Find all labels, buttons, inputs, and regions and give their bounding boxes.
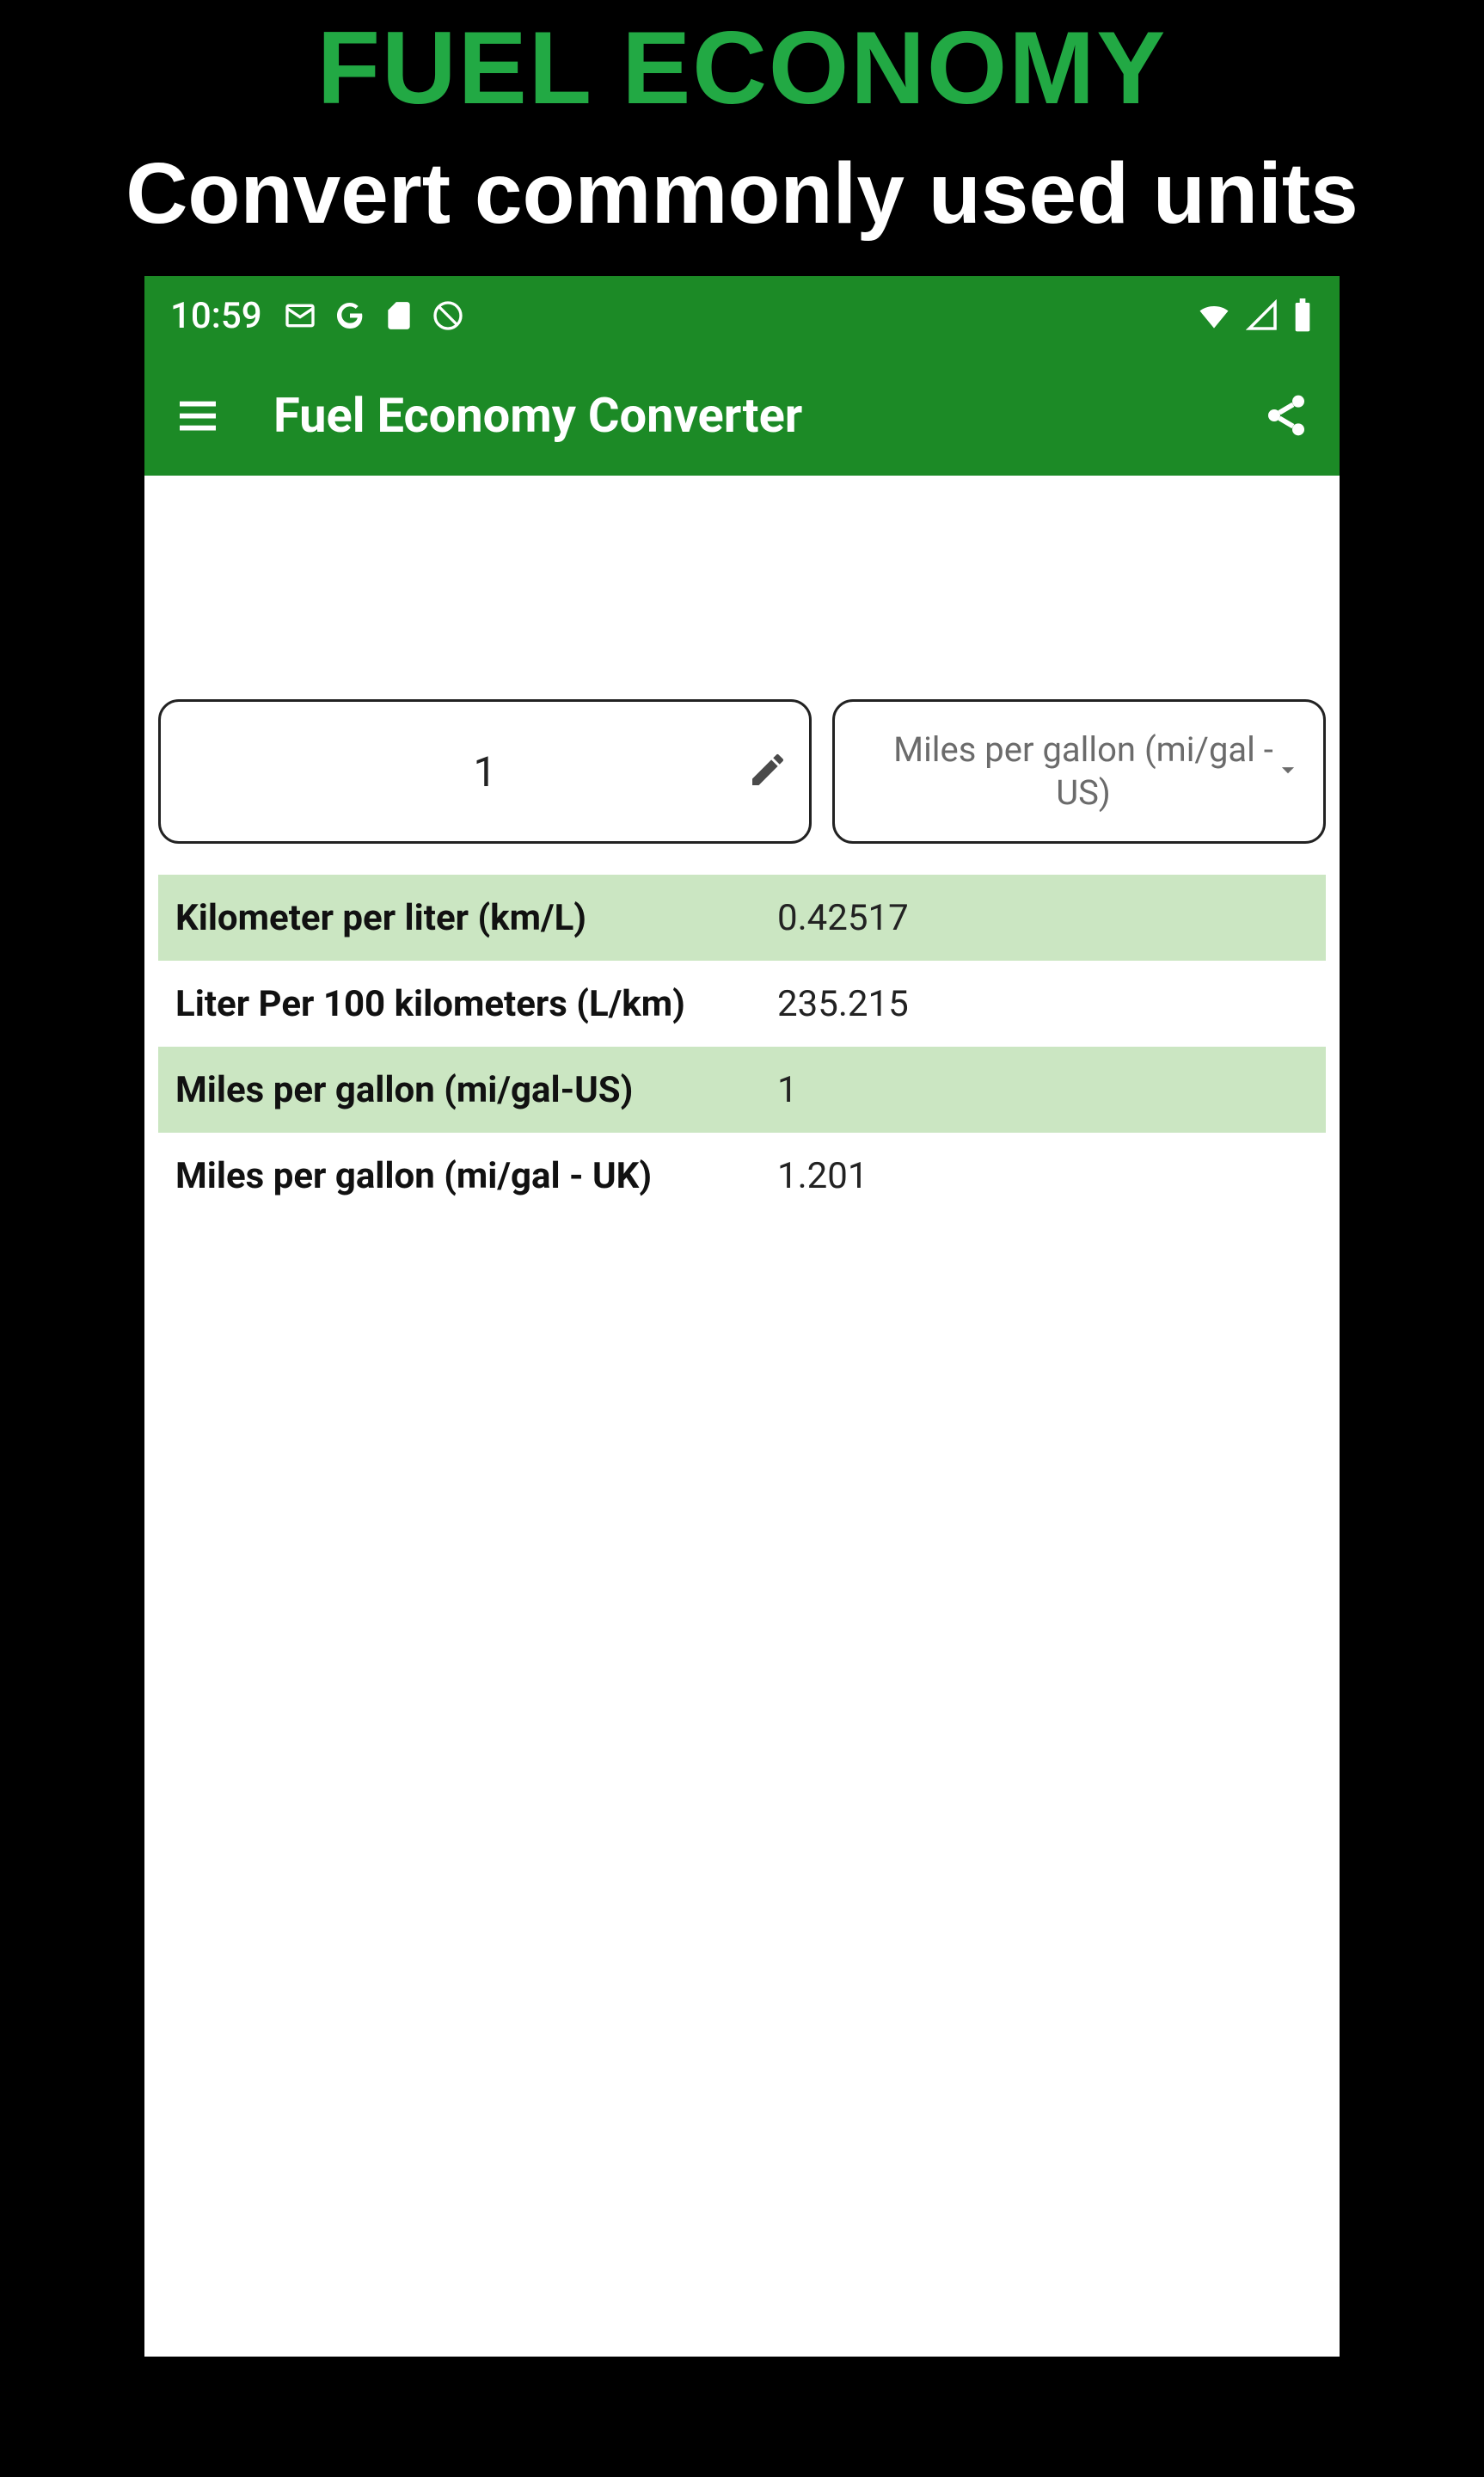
list-item: Miles per gallon (mi/gal-US) 1 (158, 1047, 1326, 1133)
unit-label: Miles per gallon (mi/gal - US) (864, 728, 1303, 814)
list-item-label: Miles per gallon (mi/gal-US) (175, 1069, 777, 1111)
google-icon (333, 298, 367, 333)
promo-title: FUEL ECONOMY (317, 9, 1168, 127)
list-item: Miles per gallon (mi/gal - UK) 1.201 (158, 1133, 1326, 1219)
list-item: Liter Per 100 kilometers (L/km) 235.215 (158, 961, 1326, 1047)
battery-icon (1291, 298, 1314, 333)
app-bar: Fuel Economy Converter (144, 355, 1340, 476)
phone-frame: 10:59 (144, 276, 1340, 2357)
list-item-value: 1 (777, 1069, 798, 1111)
results-list: Kilometer per liter (km/L) 0.42517 Liter… (158, 875, 1326, 1219)
list-item-value: 235.215 (777, 983, 909, 1025)
status-bar: 10:59 (144, 276, 1340, 355)
share-icon[interactable] (1262, 391, 1310, 439)
signal-icon (1245, 298, 1279, 333)
list-item-label: Liter Per 100 kilometers (L/km) (175, 983, 777, 1025)
list-item-label: Miles per gallon (mi/gal - UK) (175, 1155, 777, 1197)
status-time: 10:59 (170, 295, 262, 337)
promo-subtitle: Convert commonly used units (126, 144, 1358, 243)
content-area: 1 Miles per gallon (mi/gal - US) Kilomet… (144, 476, 1340, 2357)
list-item-value: 1.201 (777, 1155, 868, 1197)
mail-icon (283, 298, 317, 333)
wifi-icon (1195, 297, 1233, 335)
value-text: 1 (187, 747, 783, 796)
app-title: Fuel Economy Converter (273, 387, 1262, 444)
list-item-value: 0.42517 (777, 897, 909, 939)
menu-icon[interactable] (174, 391, 222, 439)
chevron-down-icon (1273, 755, 1303, 788)
value-input[interactable]: 1 (158, 699, 812, 844)
list-item-label: Kilometer per liter (km/L) (175, 897, 777, 939)
edit-icon[interactable] (747, 749, 788, 794)
unit-select[interactable]: Miles per gallon (mi/gal - US) (832, 699, 1326, 844)
sd-card-icon (383, 299, 415, 332)
list-item: Kilometer per liter (km/L) 0.42517 (158, 875, 1326, 961)
no-sync-icon (431, 298, 465, 333)
